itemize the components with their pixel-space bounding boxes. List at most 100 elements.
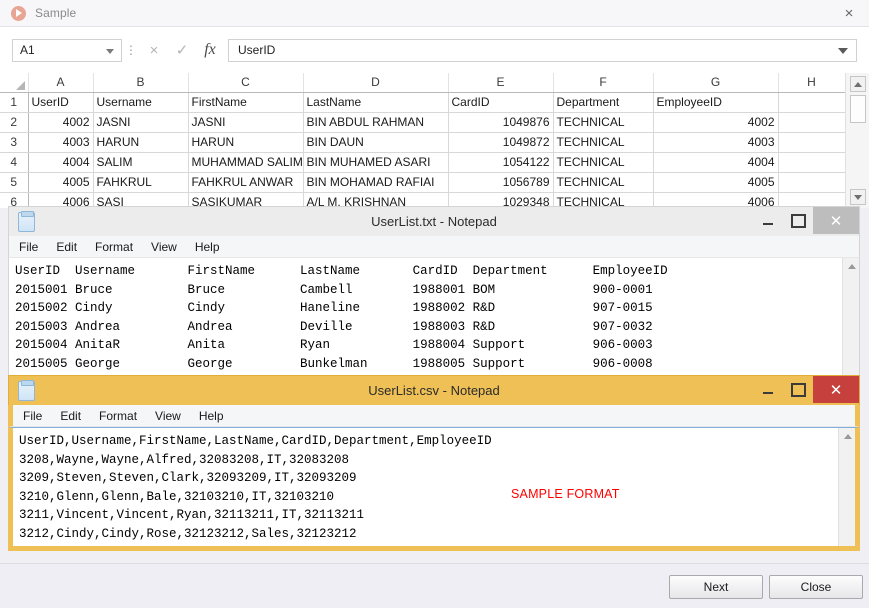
notepad-txt-scrollbar[interactable]	[842, 258, 859, 379]
scrollbar-thumb[interactable]	[850, 95, 866, 123]
column-header-d[interactable]: D	[303, 73, 449, 93]
cell-f2[interactable]: TECHNICAL	[553, 112, 654, 133]
menu-item-view[interactable]: View	[153, 409, 183, 423]
cell-e1[interactable]: CardID	[448, 92, 554, 113]
notepad-csv-scrollbar[interactable]	[838, 428, 855, 546]
cell-b5[interactable]: FAHKRUL	[93, 172, 189, 193]
column-header-b[interactable]: B	[93, 73, 189, 93]
host-close-button[interactable]: ×	[838, 2, 860, 24]
column-header-g[interactable]: G	[653, 73, 779, 93]
cell-h1[interactable]	[778, 92, 846, 113]
table-row[interactable]: 3 4003 HARUN HARUN BIN DAUN 1049872 TECH…	[0, 132, 846, 153]
cell-c2[interactable]: JASNI	[188, 112, 304, 133]
column-header-h[interactable]: H	[778, 73, 846, 93]
cell-d5[interactable]: BIN MOHAMAD RAFIAI	[303, 172, 449, 193]
cell-a2[interactable]: 4002	[28, 112, 94, 133]
table-row[interactable]: 1 UserID Username FirstName LastName Car…	[0, 92, 846, 113]
cell-b2[interactable]: JASNI	[93, 112, 189, 133]
expand-formula-bar-icon[interactable]	[838, 47, 848, 54]
cell-h2[interactable]	[778, 112, 846, 133]
minimize-icon[interactable]	[753, 376, 783, 403]
cell-f4[interactable]: TECHNICAL	[553, 152, 654, 173]
cell-a5[interactable]: 4005	[28, 172, 94, 193]
table-row[interactable]: 5 4005 FAHKRUL FAHKRUL ANWAR BIN MOHAMAD…	[0, 172, 846, 193]
select-all-corner[interactable]	[0, 73, 29, 93]
row-header[interactable]: 1	[0, 92, 29, 113]
cell-d2[interactable]: BIN ABDUL RAHMAN	[303, 112, 449, 133]
scroll-up-icon[interactable]	[844, 434, 852, 439]
cell-b3[interactable]: HARUN	[93, 132, 189, 153]
table-row[interactable]: 2 4002 JASNI JASNI BIN ABDUL RAHMAN 1049…	[0, 112, 846, 133]
close-icon[interactable]: ✕	[813, 207, 859, 234]
cell-e4[interactable]: 1054122	[448, 152, 554, 173]
close-icon[interactable]: ✕	[813, 376, 859, 403]
spreadsheet-grid[interactable]: A B C D E F G H 1 UserID Username FirstN…	[0, 73, 869, 208]
notepad-txt-title-bar[interactable]: UserList.txt - Notepad ✕	[8, 206, 860, 236]
column-header-f[interactable]: F	[553, 73, 654, 93]
cell-c3[interactable]: HARUN	[188, 132, 304, 153]
cell-a3[interactable]: 4003	[28, 132, 94, 153]
cell-e3[interactable]: 1049872	[448, 132, 554, 153]
cancel-icon[interactable]: ×	[140, 38, 168, 62]
menu-item-edit[interactable]: Edit	[54, 240, 79, 254]
notepad-window-txt[interactable]: UserList.txt - Notepad ✕ File Edit Forma…	[8, 206, 860, 380]
cell-c4[interactable]: MUHAMMAD SALIM	[188, 152, 304, 173]
row-header[interactable]: 5	[0, 172, 29, 193]
notepad-csv-title-bar[interactable]: UserList.csv - Notepad ✕	[8, 375, 860, 405]
cell-h5[interactable]	[778, 172, 846, 193]
menu-item-help[interactable]: Help	[193, 240, 222, 254]
maximize-icon[interactable]	[783, 376, 813, 403]
table-row[interactable]: 4 4004 SALIM MUHAMMAD SALIM BIN MUHAMED …	[0, 152, 846, 173]
chevron-down-icon[interactable]	[106, 48, 114, 54]
name-box[interactable]: A1	[12, 38, 122, 62]
scroll-up-icon[interactable]	[848, 264, 856, 269]
cell-d1[interactable]: LastName	[303, 92, 449, 113]
menu-item-edit[interactable]: Edit	[58, 409, 83, 423]
cell-g4[interactable]: 4004	[653, 152, 779, 173]
cell-a1[interactable]: UserID	[28, 92, 94, 113]
row-header[interactable]: 3	[0, 132, 29, 153]
formula-input[interactable]: UserID	[228, 38, 857, 62]
notepad-csv-content[interactable]: UserID,Username,FirstName,LastName,CardI…	[13, 428, 855, 546]
maximize-icon[interactable]	[783, 207, 813, 234]
scroll-up-icon[interactable]	[850, 76, 866, 92]
cell-e5[interactable]: 1056789	[448, 172, 554, 193]
cell-h3[interactable]	[778, 132, 846, 153]
menu-item-file[interactable]: File	[17, 240, 40, 254]
scroll-down-icon[interactable]	[850, 189, 866, 205]
row-header[interactable]: 4	[0, 152, 29, 173]
menu-item-format[interactable]: Format	[93, 240, 135, 254]
cell-h4[interactable]	[778, 152, 846, 173]
minimize-icon[interactable]	[753, 207, 783, 234]
menu-item-file[interactable]: File	[21, 409, 44, 423]
cell-c5[interactable]: FAHKRUL ANWAR	[188, 172, 304, 193]
confirm-check-icon[interactable]: ✓	[168, 38, 196, 62]
column-header-e[interactable]: E	[448, 73, 554, 93]
notepad-txt-body[interactable]: UserID Username FirstName LastName CardI…	[8, 258, 860, 380]
menu-item-view[interactable]: View	[149, 240, 179, 254]
menu-item-help[interactable]: Help	[197, 409, 226, 423]
notepad-txt-content[interactable]: UserID Username FirstName LastName CardI…	[9, 258, 859, 379]
cell-d3[interactable]: BIN DAUN	[303, 132, 449, 153]
cell-c1[interactable]: FirstName	[188, 92, 304, 113]
cell-d4[interactable]: BIN MUHAMED ASARI	[303, 152, 449, 173]
cell-g3[interactable]: 4003	[653, 132, 779, 153]
cell-f1[interactable]: Department	[553, 92, 654, 113]
menu-item-format[interactable]: Format	[97, 409, 139, 423]
column-header-a[interactable]: A	[28, 73, 94, 93]
next-button[interactable]: Next	[669, 575, 763, 599]
cell-b4[interactable]: SALIM	[93, 152, 189, 173]
cell-g5[interactable]: 4005	[653, 172, 779, 193]
cell-f5[interactable]: TECHNICAL	[553, 172, 654, 193]
cell-a4[interactable]: 4004	[28, 152, 94, 173]
notepad-window-csv[interactable]: UserList.csv - Notepad ✕ File Edit Forma…	[8, 375, 860, 557]
row-header[interactable]: 2	[0, 112, 29, 133]
insert-function-icon[interactable]: fx	[196, 38, 224, 62]
close-button[interactable]: Close	[769, 575, 863, 599]
spreadsheet-vertical-scrollbar[interactable]	[845, 73, 869, 208]
cell-e2[interactable]: 1049876	[448, 112, 554, 133]
cell-b1[interactable]: Username	[93, 92, 189, 113]
notepad-csv-body[interactable]: UserID,Username,FirstName,LastName,CardI…	[8, 427, 860, 551]
cell-f3[interactable]: TECHNICAL	[553, 132, 654, 153]
cell-g2[interactable]: 4002	[653, 112, 779, 133]
